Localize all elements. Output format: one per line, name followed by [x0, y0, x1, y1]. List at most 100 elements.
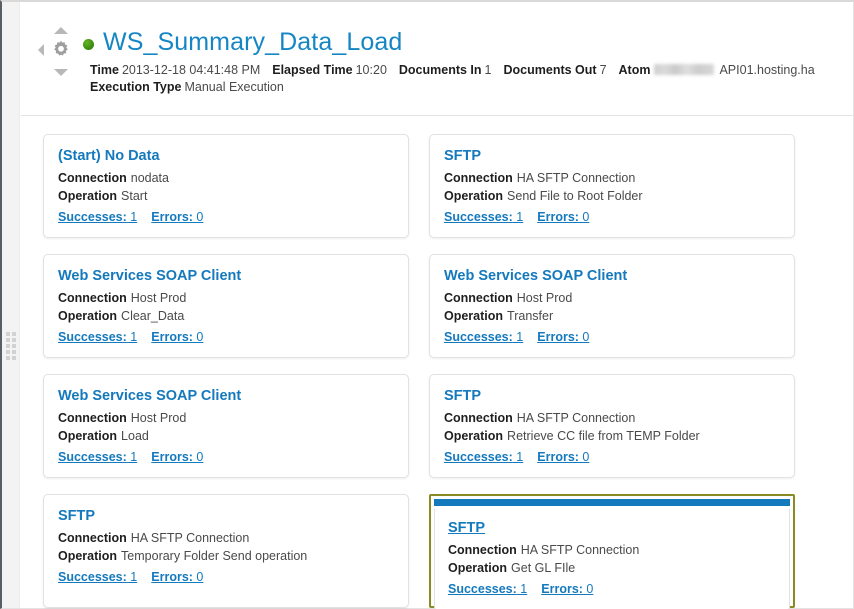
errors-link[interactable]: Errors: 0 [537, 210, 589, 224]
shape-card[interactable]: (Start) No Data Connection nodata Operation… [43, 134, 409, 238]
errors-count: 0 [582, 582, 594, 596]
errors-link[interactable]: Errors: 0 [537, 330, 589, 344]
process-execution-summary-window: WS_Summary_Data_Load Time 2013-12-18 04:4… [0, 0, 854, 609]
shape-card[interactable]: SFTP Connection HA SFTP Connection Operatio… [429, 374, 795, 478]
successes-link[interactable]: Successes: 1 [444, 210, 523, 224]
operation-label: Operation [448, 561, 508, 575]
shape-card-stats: Successes: 1 Errors: 0 [444, 208, 780, 226]
shape-card-stats: Successes: 1 Errors: 0 [444, 328, 780, 346]
left-rail [2, 2, 20, 608]
shape-card-stats: Successes: 1 Errors: 0 [58, 328, 394, 346]
shape-card-title[interactable]: SFTP [448, 519, 776, 537]
execution-type-label: Execution Type [90, 80, 182, 94]
operation-label: Operation [444, 189, 504, 203]
successes-count: 1 [126, 330, 138, 344]
successes-link[interactable]: Successes: 1 [444, 330, 523, 344]
errors-count: 0 [192, 330, 204, 344]
connection-field: Connection nodata [58, 169, 394, 187]
errors-count: 0 [192, 210, 204, 224]
successes-label: Successes: [444, 450, 513, 464]
successes-link[interactable]: Successes: 1 [58, 450, 137, 464]
successes-label: Successes: [58, 330, 127, 344]
triangle-up-icon[interactable] [54, 27, 68, 34]
shape-card-title[interactable]: Web Services SOAP Client [444, 267, 780, 285]
shape-card[interactable]: Web Services SOAP Client Connection Host P… [43, 254, 409, 358]
page-title[interactable]: WS_Summary_Data_Load [103, 30, 402, 55]
shape-card-title[interactable]: SFTP [58, 507, 394, 525]
shape-card[interactable]: SFTP Connection HA SFTP Connection Operatio… [429, 134, 795, 238]
operation-label: Operation [58, 429, 118, 443]
errors-link[interactable]: Errors: 0 [537, 450, 589, 464]
shape-card-title[interactable]: SFTP [444, 147, 780, 165]
operation-label: Operation [58, 189, 118, 203]
successes-link[interactable]: Successes: 1 [58, 330, 137, 344]
successes-label: Successes: [444, 330, 513, 344]
errors-link[interactable]: Errors: 0 [151, 330, 203, 344]
connection-value: HA SFTP Connection [516, 171, 636, 185]
errors-link[interactable]: Errors: 0 [151, 210, 203, 224]
successes-count: 1 [126, 570, 138, 584]
documents-out-value: 7 [599, 63, 607, 77]
shape-card-title[interactable]: Web Services SOAP Client [58, 267, 394, 285]
errors-count: 0 [578, 210, 590, 224]
shape-card-selected[interactable]: SFTP Connection HA SFTP Connection Operatio… [429, 494, 795, 609]
errors-count: 0 [578, 450, 590, 464]
shape-card-stats: Successes: 1 Errors: 0 [58, 208, 394, 226]
connection-value: Host Prod [130, 291, 187, 305]
shape-card[interactable]: SFTP Connection HA SFTP Connection Operatio… [43, 494, 409, 608]
successes-label: Successes: [448, 582, 517, 596]
shape-card[interactable]: Web Services SOAP Client Connection Host P… [429, 254, 795, 358]
triangle-left-icon[interactable] [38, 44, 44, 56]
successes-link[interactable]: Successes: 1 [444, 450, 523, 464]
connection-value: HA SFTP Connection [130, 531, 250, 545]
connection-field: Connection Host Prod [444, 289, 780, 307]
successes-link[interactable]: Successes: 1 [58, 570, 137, 584]
connection-value: HA SFTP Connection [516, 411, 636, 425]
elapsed-time-label: Elapsed Time [272, 63, 353, 77]
operation-field: Operation Start [58, 187, 394, 205]
time-label: Time [90, 63, 119, 77]
successes-count: 1 [126, 450, 138, 464]
connection-field: Connection HA SFTP Connection [444, 409, 780, 427]
errors-link[interactable]: Errors: 0 [541, 582, 593, 596]
shape-card-title[interactable]: SFTP [444, 387, 780, 405]
panel-drag-grip[interactable] [6, 332, 16, 362]
execution-metadata: Time 2013-12-18 04:41:48 PM Elapsed Time 10… [90, 62, 847, 96]
errors-label: Errors: [541, 582, 583, 596]
shape-card-title[interactable]: Web Services SOAP Client [58, 387, 394, 405]
connection-label: Connection [448, 543, 517, 557]
operation-field: Operation Temporary Folder Send operation [58, 547, 394, 565]
shape-card-title[interactable]: (Start) No Data [58, 147, 394, 165]
successes-count: 1 [512, 210, 524, 224]
operation-label: Operation [444, 429, 504, 443]
errors-link[interactable]: Errors: 0 [151, 450, 203, 464]
errors-link[interactable]: Errors: 0 [151, 570, 203, 584]
triangle-down-icon[interactable] [54, 69, 68, 76]
connection-label: Connection [58, 171, 127, 185]
operation-field: Operation Retrieve CC file from TEMP Fold… [444, 427, 780, 445]
connection-label: Connection [58, 411, 127, 425]
operation-value: Retrieve CC file from TEMP Folder [507, 429, 700, 443]
successes-label: Successes: [58, 570, 127, 584]
operation-value: Temporary Folder Send operation [121, 549, 308, 563]
operation-value: Clear_Data [121, 309, 185, 323]
shape-card[interactable]: Web Services SOAP Client Connection Host P… [43, 374, 409, 478]
operation-field: Operation Clear_Data [58, 307, 394, 325]
elapsed-time-value: 10:20 [355, 63, 387, 77]
navigation-cluster [38, 26, 80, 82]
successes-count: 1 [512, 330, 524, 344]
errors-label: Errors: [151, 570, 193, 584]
shape-card-stats: Successes: 1 Errors: 0 [444, 448, 780, 466]
successes-link[interactable]: Successes: 1 [58, 210, 137, 224]
shape-card-grid: (Start) No Data Connection nodata Operation… [21, 124, 853, 609]
successes-count: 1 [512, 450, 524, 464]
documents-out-label: Documents Out [503, 63, 597, 77]
errors-label: Errors: [151, 450, 193, 464]
gear-icon[interactable] [49, 38, 73, 62]
successes-link[interactable]: Successes: 1 [448, 582, 527, 596]
connection-field: Connection HA SFTP Connection [444, 169, 780, 187]
redacted-atom-prefix [654, 64, 715, 75]
time-value: 2013-12-18 04:41:48 PM [121, 63, 261, 77]
connection-value: HA SFTP Connection [520, 543, 640, 557]
connection-label: Connection [444, 171, 513, 185]
